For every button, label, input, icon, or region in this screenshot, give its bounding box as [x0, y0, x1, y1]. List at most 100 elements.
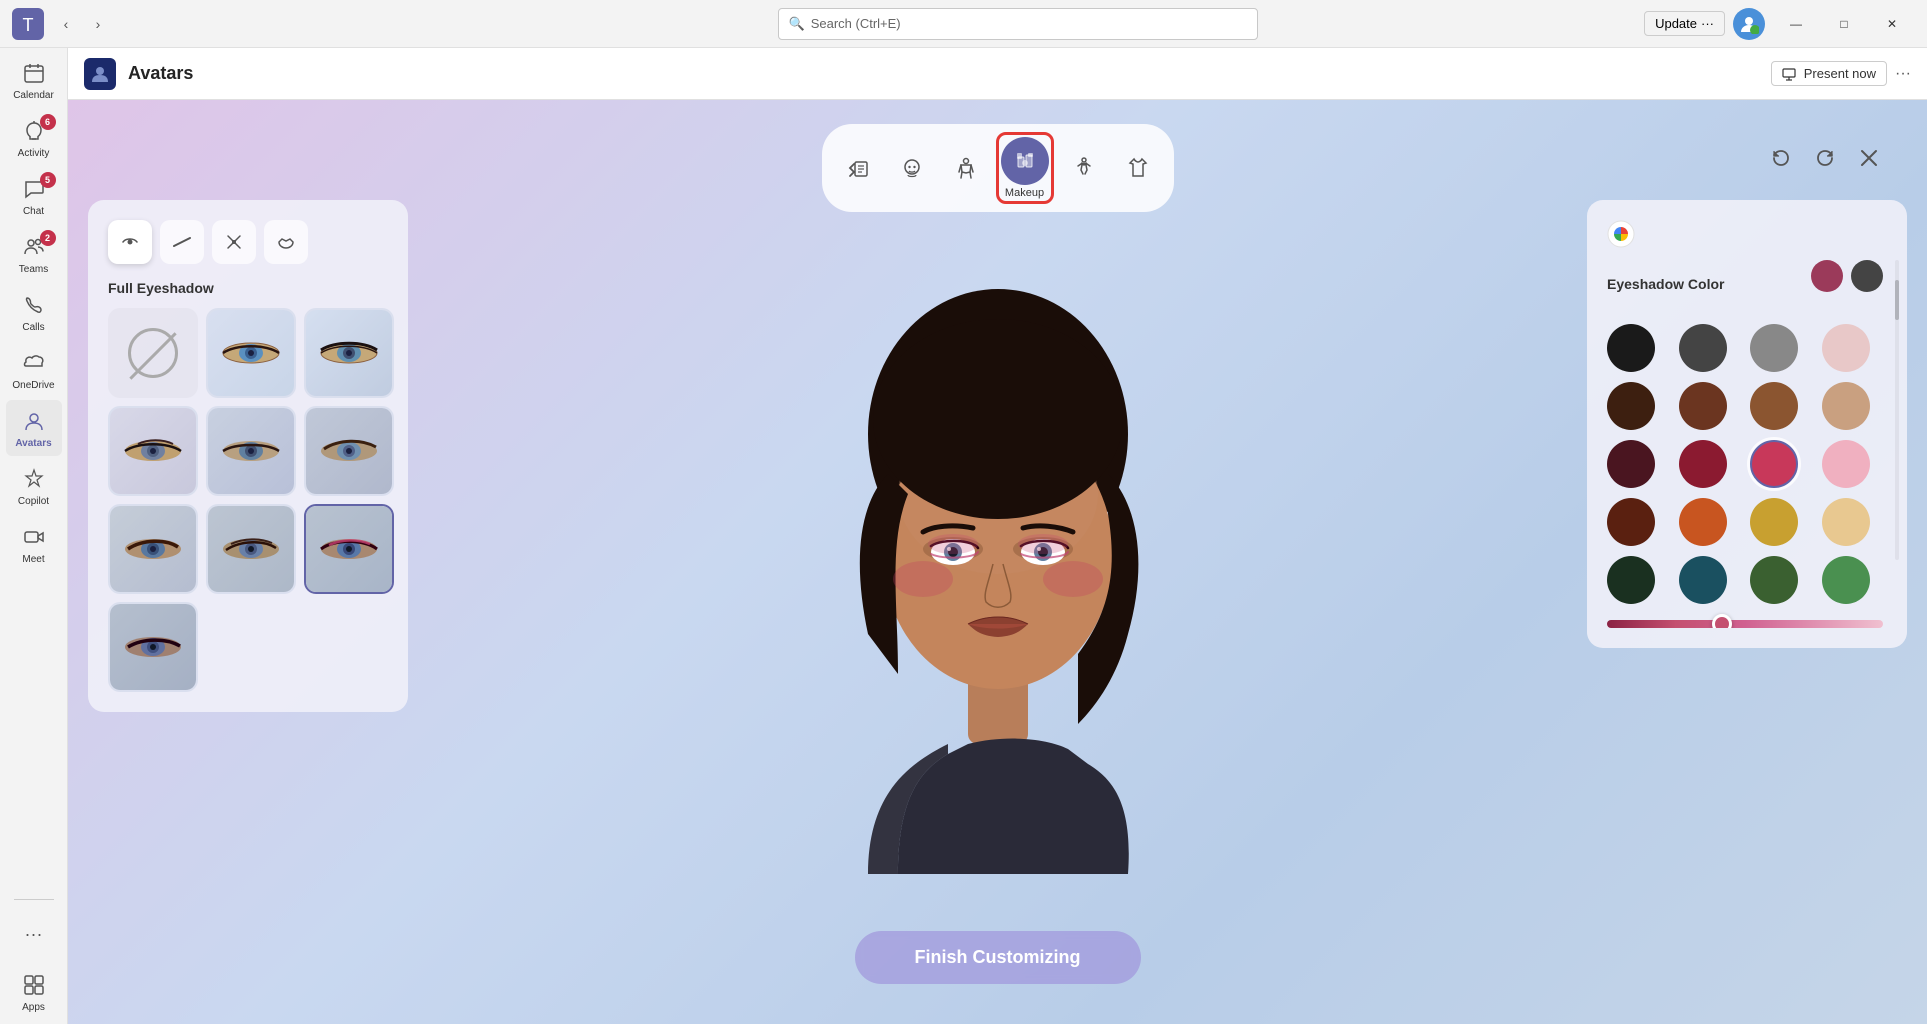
- color-swatch-9[interactable]: [1679, 440, 1727, 488]
- eye-thumb-8: [306, 506, 392, 592]
- header-more-button[interactable]: ···: [1895, 65, 1911, 83]
- sidebar-item-copilot[interactable]: Copilot: [6, 458, 62, 514]
- sidebar-item-label: Calls: [22, 322, 44, 334]
- calls-icon: [20, 291, 48, 319]
- color-swatch-12[interactable]: [1607, 498, 1655, 546]
- color-swatch-6[interactable]: [1750, 382, 1798, 430]
- main-content: Avatars Present now ···: [68, 48, 1927, 1024]
- head-tool-button[interactable]: [888, 144, 936, 192]
- sidebar-item-chat[interactable]: 5 Chat: [6, 168, 62, 224]
- pose-tool-button[interactable]: [1060, 144, 1108, 192]
- sidebar-item-onedrive[interactable]: OneDrive: [6, 342, 62, 398]
- sidebar-item-activity[interactable]: 6 Activity: [6, 110, 62, 166]
- pose-tool-wrapper: [1060, 144, 1108, 192]
- color-swatch-3[interactable]: [1822, 324, 1870, 372]
- makeup-label: Makeup: [1005, 187, 1044, 199]
- back-button[interactable]: ‹: [52, 10, 80, 38]
- color-swatch-13[interactable]: [1679, 498, 1727, 546]
- panel-tab-lip[interactable]: [264, 220, 308, 264]
- customizer-close-button[interactable]: [1851, 140, 1887, 176]
- color-swatch-8[interactable]: [1607, 440, 1655, 488]
- user-avatar-button[interactable]: [1733, 8, 1765, 40]
- undo-button[interactable]: [1763, 140, 1799, 176]
- color-swatch-16[interactable]: [1607, 556, 1655, 604]
- outfit-tool-button[interactable]: [1114, 144, 1162, 192]
- slider-thumb[interactable]: [1712, 614, 1732, 628]
- close-button[interactable]: ✕: [1869, 8, 1915, 40]
- calendar-icon: [20, 59, 48, 87]
- sidebar-item-meet[interactable]: Meet: [6, 516, 62, 572]
- sidebar-item-label: Activity: [18, 148, 50, 160]
- sidebar-item-calls[interactable]: Calls: [6, 284, 62, 340]
- color-swatch-17[interactable]: [1679, 556, 1727, 604]
- color-swatch-11[interactable]: [1822, 440, 1870, 488]
- eye-thumb-4: [208, 408, 294, 494]
- color-slider-row: [1607, 620, 1883, 628]
- eye-thumb-9: [110, 604, 196, 690]
- none-icon: [128, 328, 178, 378]
- minimize-button[interactable]: —: [1773, 8, 1819, 40]
- style-item-1[interactable]: [206, 308, 296, 398]
- color-preview-2[interactable]: [1851, 260, 1883, 292]
- sidebar: Calendar 6 Activity 5 Chat 2: [0, 48, 68, 1024]
- sidebar-item-label: Meet: [22, 554, 44, 566]
- color-slider[interactable]: [1607, 620, 1883, 628]
- panel-tab-blush[interactable]: [212, 220, 256, 264]
- sidebar-item-avatars[interactable]: Avatars: [6, 400, 62, 456]
- sidebar-item-calendar[interactable]: Calendar: [6, 52, 62, 108]
- color-swatch-19[interactable]: [1822, 556, 1870, 604]
- forward-button[interactable]: ›: [84, 10, 112, 38]
- color-swatch-18[interactable]: [1750, 556, 1798, 604]
- sidebar-item-more[interactable]: ···: [6, 906, 62, 962]
- outfit-tool-wrapper: [1114, 144, 1162, 192]
- style-item-7[interactable]: [206, 504, 296, 594]
- eye-thumb-1: [208, 310, 294, 396]
- present-now-button[interactable]: Present now: [1771, 61, 1887, 86]
- color-swatch-7[interactable]: [1822, 382, 1870, 430]
- style-item-5[interactable]: [304, 406, 394, 496]
- styles-grid: [108, 308, 388, 692]
- panel-tab-eyeshadow-full[interactable]: [108, 220, 152, 264]
- chat-badge: 5: [40, 172, 56, 188]
- color-swatch-0[interactable]: [1607, 324, 1655, 372]
- maximize-button[interactable]: □: [1821, 8, 1867, 40]
- style-item-2[interactable]: [304, 308, 394, 398]
- color-swatch-15[interactable]: [1822, 498, 1870, 546]
- color-swatch-1[interactable]: [1679, 324, 1727, 372]
- sidebar-item-label: Apps: [22, 1002, 45, 1014]
- right-panel-scroll[interactable]: Eyeshadow Color: [1607, 220, 1887, 628]
- color-swatch-5[interactable]: [1679, 382, 1727, 430]
- panel-tab-liner[interactable]: [160, 220, 204, 264]
- finish-customizing-button[interactable]: Finish Customizing: [855, 931, 1141, 984]
- makeup-tool-button[interactable]: [1001, 137, 1049, 185]
- body-tool-button[interactable]: [942, 144, 990, 192]
- meet-icon: [20, 523, 48, 551]
- eye-thumb-7: [208, 506, 294, 592]
- color-panel-header: Eyeshadow Color: [1607, 260, 1883, 308]
- redo-button[interactable]: [1807, 140, 1843, 176]
- style-item-6[interactable]: [108, 504, 198, 594]
- color-swatch-2[interactable]: [1750, 324, 1798, 372]
- style-item-9[interactable]: [108, 602, 198, 692]
- eye-thumb-3: [110, 408, 196, 494]
- search-bar[interactable]: 🔍 Search (Ctrl+E): [778, 8, 1258, 40]
- style-item-none[interactable]: [108, 308, 198, 398]
- panel-tabs: [108, 220, 388, 264]
- face-tool-button[interactable]: [834, 144, 882, 192]
- color-swatch-4[interactable]: [1607, 382, 1655, 430]
- style-item-3[interactable]: [108, 406, 198, 496]
- style-item-4[interactable]: [206, 406, 296, 496]
- sidebar-item-label: Avatars: [15, 438, 51, 450]
- update-button[interactable]: Update ···: [1644, 11, 1725, 36]
- sidebar-item-apps[interactable]: Apps: [6, 964, 62, 1020]
- app-header-right: Present now ···: [1771, 61, 1911, 86]
- color-preview-1[interactable]: [1811, 260, 1843, 292]
- color-swatch-14[interactable]: [1750, 498, 1798, 546]
- sidebar-item-teams[interactable]: 2 Teams: [6, 226, 62, 282]
- teams-logo: T: [12, 8, 44, 40]
- color-swatch-10[interactable]: [1750, 440, 1798, 488]
- sidebar-item-label: Teams: [19, 264, 48, 276]
- style-item-8[interactable]: [304, 504, 394, 594]
- left-panel: Full Eyeshadow: [88, 200, 408, 712]
- makeup-tool-wrapper: Makeup: [996, 132, 1054, 204]
